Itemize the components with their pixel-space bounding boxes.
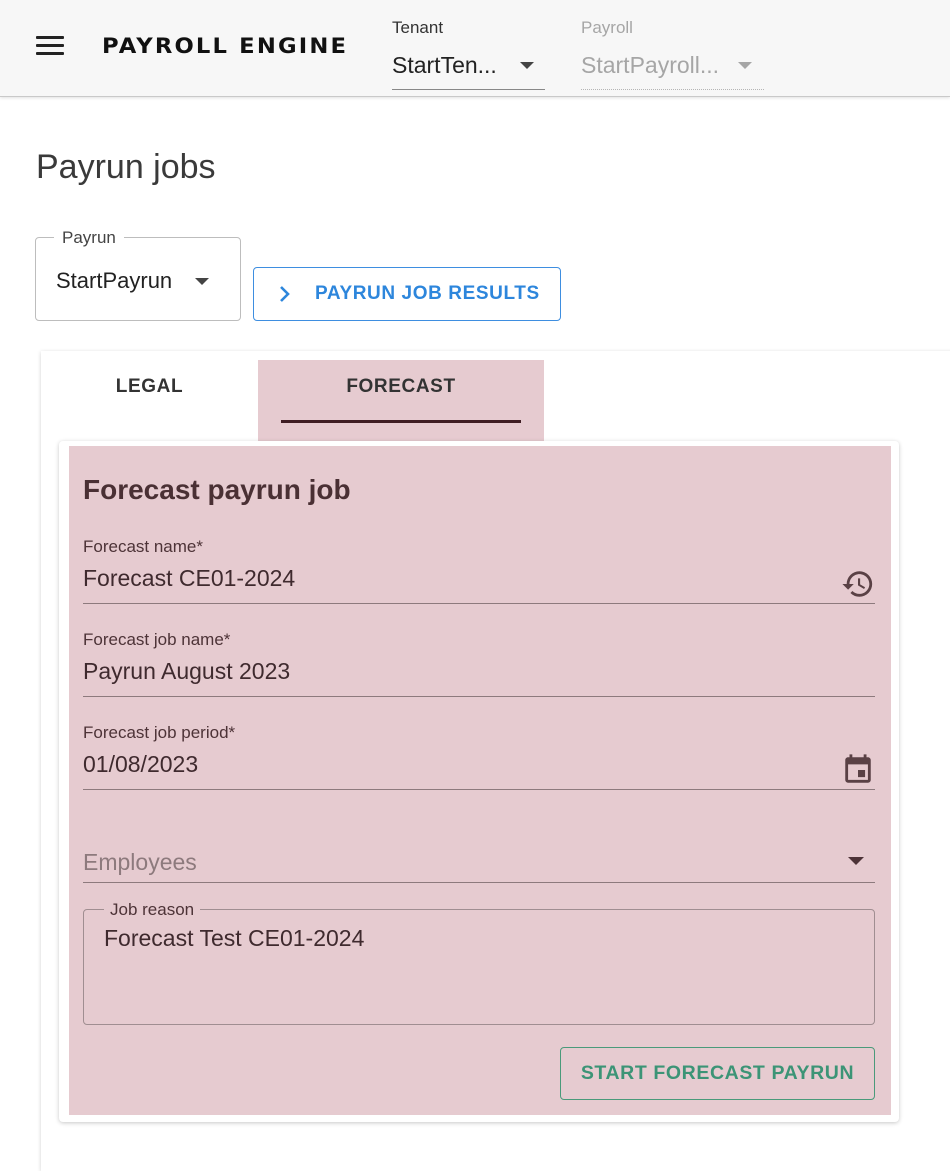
forecast-name-field[interactable]: Forecast name* Forecast CE01-2024 xyxy=(83,537,875,604)
payrun-job-results-button[interactable]: PAYRUN JOB RESULTS xyxy=(253,267,561,321)
tabs-card: LEGAL FORECAST Forecast payrun job Forec… xyxy=(41,351,950,1171)
employees-placeholder: Employees xyxy=(83,849,197,875)
forecast-job-name-value: Payrun August 2023 xyxy=(83,658,291,684)
forecast-name-label: Forecast name* xyxy=(83,537,203,556)
job-reason-value: Forecast Test CE01-2024 xyxy=(104,925,365,951)
chevron-down-icon xyxy=(195,278,209,285)
chevron-down-icon xyxy=(520,62,534,69)
form-title: Forecast payrun job xyxy=(83,474,351,505)
payrun-label: Payrun xyxy=(54,228,124,248)
tab-forecast[interactable]: FORECAST xyxy=(258,360,544,446)
forecast-job-name-label: Forecast job name* xyxy=(83,630,231,649)
forecast-form-card: Forecast payrun job Forecast name* Forec… xyxy=(59,441,899,1122)
chevron-down-icon xyxy=(848,857,864,865)
app-title: PAYROLL ENGINE xyxy=(102,34,349,58)
tenant-select[interactable]: Tenant StartTen... xyxy=(392,14,545,90)
forecast-job-period-underline xyxy=(83,789,875,790)
forecast-name-underline xyxy=(83,603,875,604)
payroll-underline xyxy=(581,89,764,90)
tenant-label: Tenant xyxy=(392,18,444,37)
forecast-job-period-field[interactable]: Forecast job period* 01/08/2023 xyxy=(83,723,875,790)
forecast-name-value: Forecast CE01-2024 xyxy=(83,565,296,591)
menu-icon[interactable] xyxy=(36,36,70,62)
payroll-value: StartPayroll... xyxy=(581,52,720,78)
tab-legal[interactable]: LEGAL xyxy=(41,360,258,446)
tenant-underline xyxy=(392,89,545,90)
tab-legal-label: LEGAL xyxy=(115,376,184,397)
forecast-job-period-label: Forecast job period* xyxy=(83,723,236,742)
chevron-down-icon xyxy=(738,62,752,69)
forecast-job-name-underline xyxy=(83,696,875,697)
tenant-value: StartTen... xyxy=(392,52,497,78)
forecast-form: Forecast payrun job Forecast name* Forec… xyxy=(69,446,891,1115)
history-icon[interactable] xyxy=(841,567,875,601)
job-reason-field[interactable]: Job reason Forecast Test CE01-2024 xyxy=(83,900,875,1025)
app-bar: PAYROLL ENGINE Tenant StartTen... Payrol… xyxy=(0,0,950,97)
employees-underline xyxy=(83,882,875,883)
calendar-icon[interactable] xyxy=(841,753,875,787)
start-forecast-payrun-button[interactable]: START FORECAST PAYRUN xyxy=(560,1047,875,1100)
job-reason-label: Job reason xyxy=(104,900,201,920)
payrun-select[interactable]: Payrun StartPayrun xyxy=(35,228,241,321)
payroll-select[interactable]: Payroll StartPayroll... xyxy=(581,14,764,90)
active-tab-indicator xyxy=(281,420,521,423)
tab-forecast-label: FORECAST xyxy=(346,376,456,397)
payrun-value: StartPayrun xyxy=(56,268,173,293)
page-title: Payrun jobs xyxy=(36,148,216,186)
employees-select[interactable]: Employees xyxy=(83,841,875,883)
forecast-job-name-field[interactable]: Forecast job name* Payrun August 2023 xyxy=(83,630,875,697)
payroll-label: Payroll xyxy=(581,18,633,37)
chevron-right-icon xyxy=(280,286,290,302)
payrun-job-results-label: PAYRUN JOB RESULTS xyxy=(315,283,540,304)
forecast-job-period-value: 01/08/2023 xyxy=(83,751,199,777)
